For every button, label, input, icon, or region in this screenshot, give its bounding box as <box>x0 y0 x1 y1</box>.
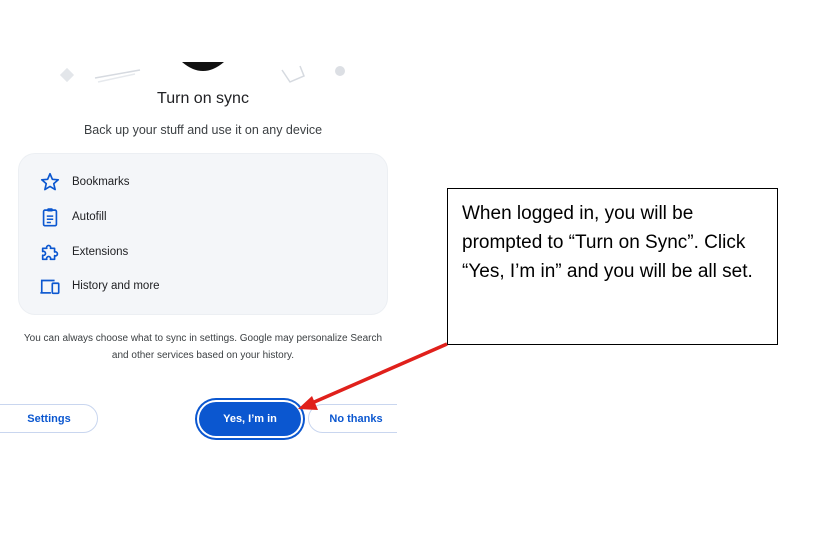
crop-edge <box>397 398 421 442</box>
dialog-title: Turn on sync <box>157 90 249 107</box>
feature-label: Autofill <box>72 211 107 223</box>
clipboard-icon <box>42 208 58 227</box>
feature-label: Bookmarks <box>72 176 130 188</box>
settings-button[interactable]: Settings <box>0 404 98 433</box>
devices-icon <box>40 279 60 295</box>
star-icon <box>40 172 60 191</box>
instruction-callout: When logged in, you will be prompted to … <box>447 188 778 345</box>
dialog-subtitle: Back up your stuff and use it on any dev… <box>83 123 323 137</box>
feature-autofill: Autofill <box>39 205 107 229</box>
feature-label: Extensions <box>72 246 129 258</box>
sync-disclaimer: You can always choose what to sync in se… <box>23 333 383 361</box>
feature-bookmarks: Bookmarks <box>39 170 130 194</box>
feature-extensions: Extensions <box>39 240 128 264</box>
puzzle-icon <box>41 244 59 261</box>
sync-header-illustration <box>59 62 345 83</box>
feature-label: History and more <box>72 280 160 292</box>
feature-history: History and more <box>39 274 160 298</box>
sync-features-card: Bookmarks Autofill Extensions History an… <box>19 154 387 314</box>
yes-im-in-button[interactable]: Yes, I’m in <box>199 402 301 436</box>
